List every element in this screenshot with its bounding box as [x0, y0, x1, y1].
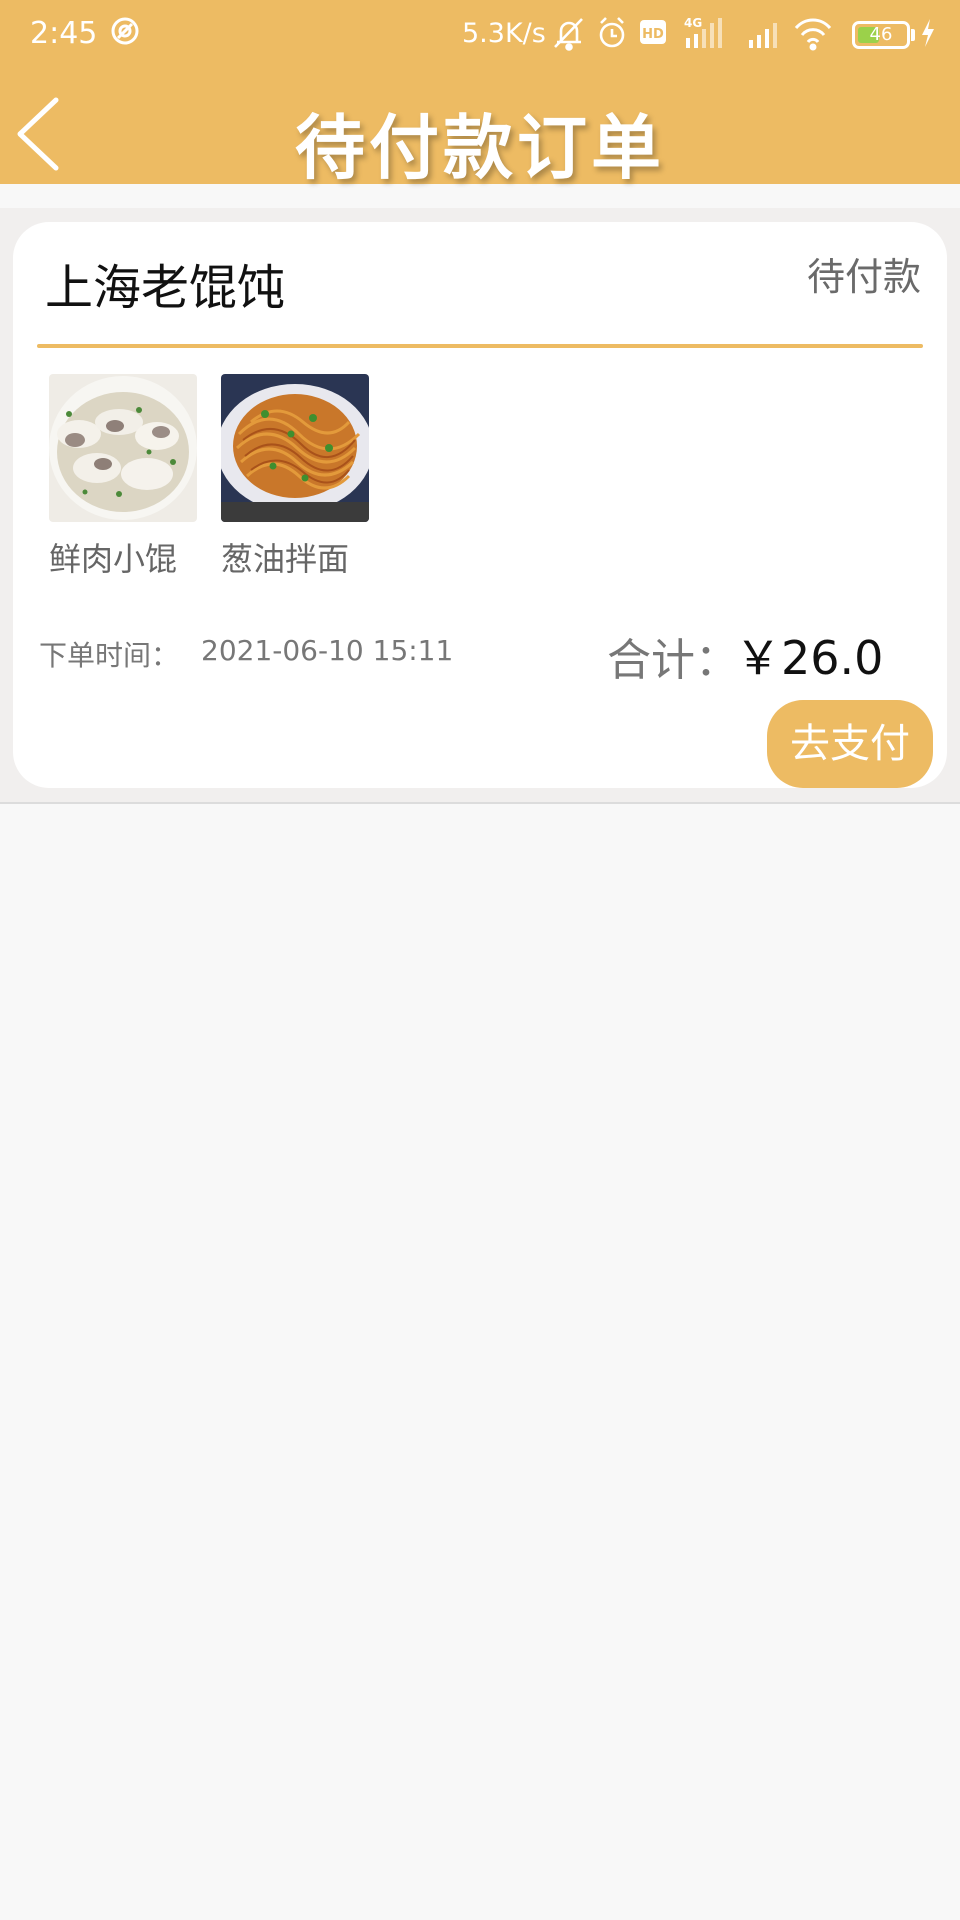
pay-button[interactable]: 去支付 — [767, 700, 933, 788]
total-label: 合计： — [607, 635, 739, 686]
signal-4g-icon: 4G — [684, 16, 722, 48]
signal-icon — [749, 23, 777, 48]
order-status: 待付款 — [806, 255, 921, 299]
order-item[interactable]: 鲜肉小馄 — [49, 374, 199, 580]
net-speed: 5.3K/s — [462, 18, 546, 49]
divider — [37, 344, 923, 348]
order-card[interactable]: 上海老馄饨 待付款 鲜肉小馄 葱油拌面 下单时间： 2021-06-10 15:… — [13, 222, 947, 788]
order-item[interactable]: 葱油拌面 — [217, 374, 373, 580]
wifi-icon — [794, 18, 832, 51]
shop-name: 上海老馄饨 — [45, 260, 286, 316]
wonton-soup-image — [49, 374, 197, 522]
battery-tip — [911, 29, 915, 41]
status-time: 2:45 — [30, 16, 98, 51]
status-icons: HD 4G — [554, 16, 832, 51]
battery-icon: 46 — [852, 21, 910, 49]
status-bar: 2:45 5.3K/s HD 4G 46 — [0, 0, 960, 68]
alarm-icon — [599, 17, 625, 48]
app-header: 2:45 5.3K/s HD 4G 46 待付款订单 — [0, 0, 960, 189]
sync-icon — [111, 17, 139, 45]
item-name: 鲜肉小馄 — [49, 540, 178, 578]
item-name: 葱油拌面 — [221, 540, 350, 578]
order-time-label: 下单时间： — [39, 639, 180, 672]
order-list: 上海老馄饨 待付款 鲜肉小馄 葱油拌面 下单时间： 2021-06-10 15:… — [0, 208, 960, 804]
total-value: ￥26.0 — [735, 631, 884, 685]
battery-percent: 46 — [869, 24, 893, 45]
hd-icon: HD — [640, 20, 666, 44]
page-title: 待付款订单 — [295, 107, 665, 189]
mute-bell-icon — [554, 18, 583, 51]
svg-text:4G: 4G — [684, 16, 702, 30]
charging-icon — [922, 19, 934, 47]
svg-text:HD: HD — [642, 27, 664, 42]
scallion-noodles-image — [217, 374, 373, 522]
order-time: 2021-06-10 15:11 — [201, 634, 454, 667]
